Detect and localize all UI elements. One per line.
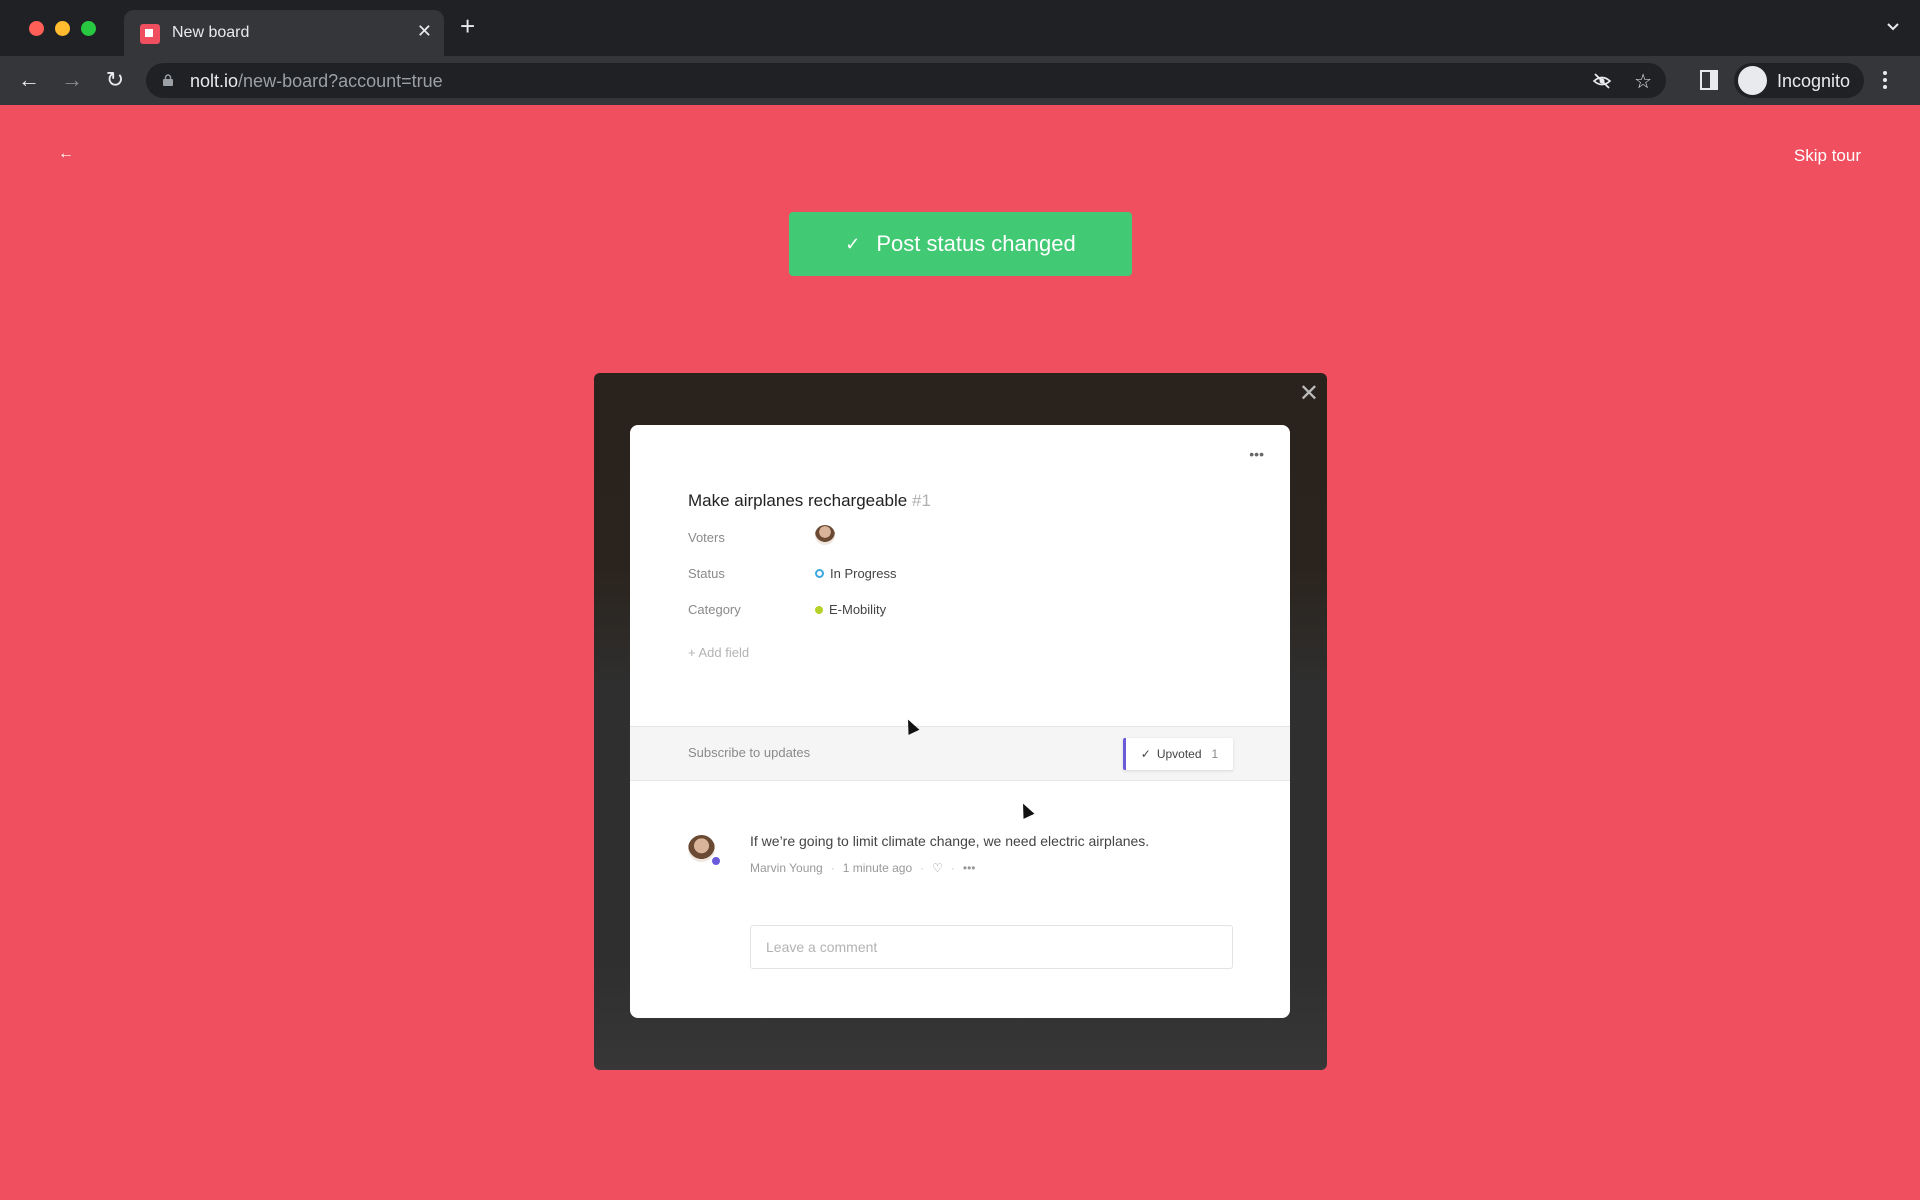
- skip-tour-link[interactable]: Skip tour: [1794, 146, 1861, 166]
- back-arrow-icon[interactable]: ←: [58, 145, 74, 163]
- eye-off-icon[interactable]: [1592, 71, 1612, 91]
- status-dot-icon: [815, 569, 824, 578]
- comment-meta: Marvin Young · 1 minute ago · ♡ · •••: [750, 861, 976, 875]
- url-text: nolt.io/new-board?account=true: [190, 71, 443, 91]
- bookmark-star-icon[interactable]: ☆: [1634, 69, 1652, 94]
- close-icon[interactable]: ✕: [1299, 379, 1319, 408]
- tab-close-icon[interactable]: ✕: [417, 21, 432, 42]
- separator: ·: [830, 861, 835, 875]
- category-dot-icon: [815, 605, 823, 614]
- comment-input[interactable]: [750, 925, 1233, 969]
- voter-avatar[interactable]: [815, 525, 835, 545]
- tab-title: New board: [172, 24, 250, 41]
- comment-text: If we’re going to limit climate change, …: [750, 833, 1150, 849]
- window-minimize-button[interactable]: [55, 21, 70, 36]
- reload-icon[interactable]: ↻: [103, 68, 127, 92]
- lock-icon: [163, 74, 173, 86]
- tab-search-chevron-icon[interactable]: [1886, 20, 1900, 34]
- upvote-button[interactable]: ✓ Upvoted 1: [1123, 738, 1233, 770]
- add-field-button[interactable]: + Add field: [688, 645, 749, 660]
- upvote-count: 1: [1211, 747, 1219, 761]
- category-text: E-Mobility: [829, 602, 887, 617]
- star-badge-icon: [710, 855, 722, 867]
- window-maximize-button[interactable]: [81, 21, 96, 36]
- comment-time: 1 minute ago: [842, 861, 913, 875]
- profile-label: Incognito: [1777, 71, 1851, 91]
- subscribe-link[interactable]: Subscribe to updates: [688, 745, 810, 760]
- tour-video-frame: ✕ ••• Make airplanes rechargeable #1 Vot…: [594, 373, 1327, 1070]
- browser-tab[interactable]: New board ✕: [124, 10, 444, 56]
- comment-more-icon[interactable]: •••: [963, 861, 976, 875]
- category-value[interactable]: E-Mobility: [815, 602, 886, 617]
- check-icon: ✓: [845, 233, 861, 254]
- status-value[interactable]: In Progress: [815, 566, 896, 581]
- incognito-profile-button[interactable]: Incognito: [1734, 63, 1864, 98]
- post-title: Make airplanes rechargeable #1: [688, 491, 931, 510]
- check-icon: ✓: [1140, 747, 1151, 761]
- post-number: #1: [911, 491, 931, 510]
- subscribe-bar: Subscribe to updates ✓ Upvoted 1: [630, 726, 1290, 781]
- heart-icon[interactable]: ♡: [932, 861, 943, 875]
- field-label-category: Category: [688, 602, 741, 617]
- toast-message: Post status changed: [876, 231, 1076, 256]
- incognito-icon: [1738, 66, 1767, 95]
- upvote-label: Upvoted: [1156, 747, 1202, 761]
- back-arrow-icon[interactable]: ←: [17, 68, 41, 92]
- comment-author[interactable]: Marvin Young: [750, 861, 823, 875]
- separator: ·: [920, 861, 925, 875]
- separator: ·: [950, 861, 955, 875]
- status-text: In Progress: [830, 566, 897, 581]
- forward-arrow-icon[interactable]: →: [60, 68, 84, 92]
- status-toast: ✓ Post status changed: [789, 212, 1132, 276]
- browser-tab-bar: New board ✕ +: [0, 0, 1920, 56]
- browser-menu-icon[interactable]: [1882, 69, 1888, 91]
- field-label-voters: Voters: [688, 530, 725, 545]
- window-close-button[interactable]: [29, 21, 44, 36]
- new-tab-button[interactable]: +: [460, 13, 475, 39]
- browser-toolbar: ← → ↻ nolt.io/new-board?account=true ☆ I…: [0, 56, 1920, 105]
- address-bar[interactable]: nolt.io/new-board?account=true ☆: [146, 63, 1666, 98]
- voters-value: [815, 525, 835, 545]
- post-card: ••• Make airplanes rechargeable #1 Voter…: [630, 425, 1290, 1018]
- nolt-favicon-icon: [140, 24, 160, 44]
- side-panel-icon[interactable]: [1700, 70, 1718, 90]
- field-label-status: Status: [688, 566, 725, 581]
- more-options-icon[interactable]: •••: [1249, 446, 1264, 462]
